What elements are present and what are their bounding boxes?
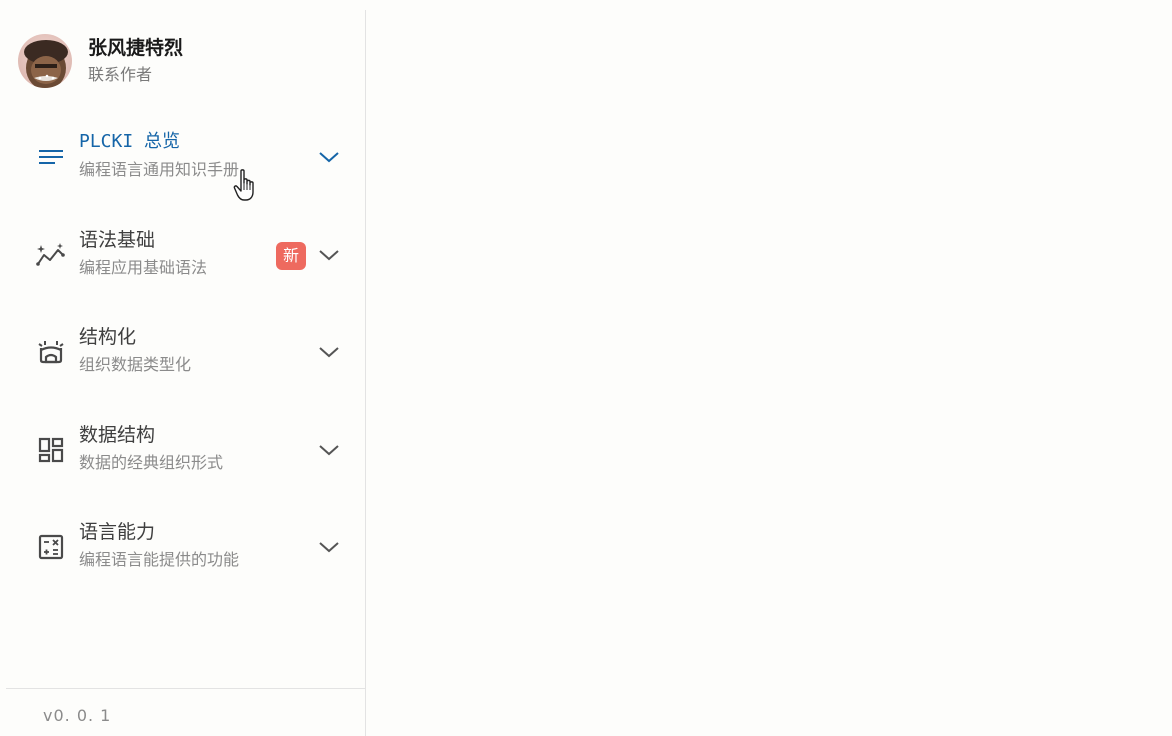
new-badge: 新 [276,241,306,270]
app-root: 张风捷特烈 联系作者 PLCKI 总览 编程语言通用知识手册 语法基础 编程应用… [0,0,1172,736]
sidebar-nav: PLCKI 总览 编程语言通用知识手册 语法基础 编程应用基础语法 新 结构化 … [6,115,365,603]
contact-author-link[interactable]: 联系作者 [88,63,183,87]
author-name: 张风捷特烈 [88,37,184,59]
chevron-down-icon[interactable] [316,340,342,364]
sidebar-item-subtitle: 组织数据类型化 [79,355,192,374]
sidebar-item-title: 语言能力 [79,521,156,543]
list-lines-icon [35,141,67,173]
sidebar-item-title: PLCKI 总览 [79,131,181,152]
chevron-down-icon[interactable] [316,535,342,559]
chevron-down-icon[interactable] [316,145,342,169]
sidebar-item-language-capabilities[interactable]: 语言能力 编程语言能提供的功能 [6,505,365,603]
chevron-down-icon[interactable] [316,438,342,462]
sidebar-item-overview[interactable]: PLCKI 总览 编程语言通用知识手册 [6,115,365,213]
sidebar-item-subtitle: 编程应用基础语法 [79,257,208,277]
main-content [366,0,1172,736]
dashboard-grid-icon [35,434,67,466]
sidebar-item-title: 数据结构 [79,423,156,446]
sidebar-item-subtitle: 编程语言能提供的功能 [79,550,240,569]
calculator-icon [35,531,67,563]
sidebar-item-structuring[interactable]: 结构化 组织数据类型化 [6,310,365,408]
sidebar-item-subtitle: 编程语言通用知识手册 [79,160,240,179]
sidebar-item-title: 语法基础 [79,228,156,251]
version-label: v0. 0. 1 [43,706,112,725]
sidebar-item-syntax[interactable]: 语法基础 编程应用基础语法 新 [6,213,365,311]
author-profile[interactable]: 张风捷特烈 联系作者 [18,33,183,89]
sparkle-chart-icon [35,239,67,271]
sidebar-item-data-structures[interactable]: 数据结构 数据的经典组织形式 [6,408,365,506]
footer-divider [6,688,365,689]
author-avatar-image [18,34,72,88]
avatar[interactable] [18,34,72,88]
structure-icon [35,336,67,368]
sidebar-item-title: 结构化 [79,326,137,348]
sidebar: 张风捷特烈 联系作者 PLCKI 总览 编程语言通用知识手册 语法基础 编程应用… [6,10,366,736]
sidebar-item-subtitle: 数据的经典组织形式 [79,452,224,472]
chevron-down-icon[interactable] [316,243,342,267]
